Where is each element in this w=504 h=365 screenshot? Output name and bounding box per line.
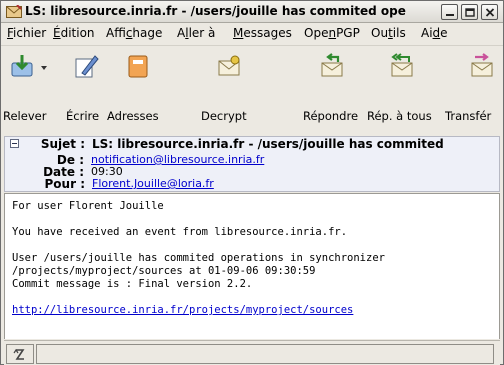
ecrire-label: Écrire: [66, 109, 100, 123]
compose-icon: [75, 55, 99, 78]
subject-label: Sujet :: [40, 137, 85, 151]
decrypt-label: Decrypt: [201, 109, 247, 123]
envelope-icon: [6, 5, 22, 18]
connection-icon: [13, 348, 25, 360]
forward-icon: [471, 53, 493, 77]
online-status-cell[interactable]: [6, 344, 34, 364]
menu-bar: Fichier Édition Affichage Aller à Messag…: [1, 24, 503, 44]
reply-all-icon: [391, 53, 413, 77]
repondre-button[interactable]: Répondre: [299, 46, 365, 136]
menu-outils[interactable]: Outils: [371, 26, 406, 40]
mail-window: LS: libresource.inria.fr - /users/jouill…: [0, 0, 504, 365]
reply-all-label: Rép. à tous: [367, 109, 432, 123]
window-title: LS: libresource.inria.fr - /users/jouill…: [25, 4, 406, 18]
address-book-icon: [128, 55, 148, 78]
dropdown-arrow-icon[interactable]: [41, 66, 47, 70]
body-line-user: User /users/jouille has commited operati…: [12, 252, 385, 264]
to-link[interactable]: Florent.Jouille@loria.fr: [92, 177, 214, 190]
to-row: Pour : Florent.Jouille@loria.fr: [4, 177, 500, 192]
status-bar: [4, 340, 500, 365]
to-label: Pour :: [44, 177, 85, 191]
body-line-event: You have received an event from libresou…: [12, 226, 348, 238]
ecrire-button[interactable]: Écrire: [61, 46, 111, 136]
minimize-icon: [446, 14, 454, 16]
close-icon: [485, 8, 495, 17]
title-bar[interactable]: LS: libresource.inria.fr - /users/jouill…: [1, 1, 503, 23]
reply-all-button[interactable]: Rép. à tous: [367, 46, 443, 136]
close-button[interactable]: [481, 4, 498, 20]
toolbar: Relever Écrire Adresses Decrypt Répondre…: [1, 45, 503, 135]
get-mail-icon: [11, 55, 33, 77]
relever-button[interactable]: Relever: [1, 46, 61, 136]
adresses-label: Adresses: [107, 109, 159, 123]
message-body[interactable]: For user Florent Jouille You have receiv…: [4, 193, 500, 339]
menu-affichage[interactable]: Affichage: [106, 26, 162, 40]
decrypt-button[interactable]: Decrypt: [177, 46, 265, 136]
subject-value: LS: libresource.inria.fr - /users/jouill…: [92, 137, 444, 151]
decrypt-icon: [218, 55, 240, 76]
transferer-button[interactable]: Transfér: [445, 46, 503, 136]
maximize-icon: [465, 8, 475, 17]
menu-aller-a[interactable]: Aller à: [177, 26, 215, 40]
menu-messages[interactable]: Messages: [233, 26, 292, 40]
menu-aide[interactable]: Aide: [421, 26, 448, 40]
reply-icon: [321, 53, 343, 77]
menu-edition[interactable]: Édition: [53, 26, 95, 40]
project-sources-link[interactable]: http://libresource.inria.fr/projects/myp…: [12, 304, 353, 316]
body-line-commit: Commit message is : Final version 2.2.: [12, 278, 253, 290]
body-line-greeting: For user Florent Jouille: [12, 200, 164, 212]
body-line-path: /projects/myproject/sources at 01-09-06 …: [12, 265, 316, 277]
maximize-button[interactable]: [461, 4, 478, 20]
status-text-field: [36, 344, 494, 364]
menu-openpgp[interactable]: OpenPGP: [304, 26, 360, 40]
menu-fichier[interactable]: Fichier: [7, 26, 46, 40]
repondre-label: Répondre: [303, 109, 359, 123]
transferer-label: Transfér: [445, 109, 492, 123]
adresses-button[interactable]: Adresses: [107, 46, 171, 136]
relever-label: Relever: [3, 109, 47, 123]
minimize-button[interactable]: [441, 4, 458, 20]
